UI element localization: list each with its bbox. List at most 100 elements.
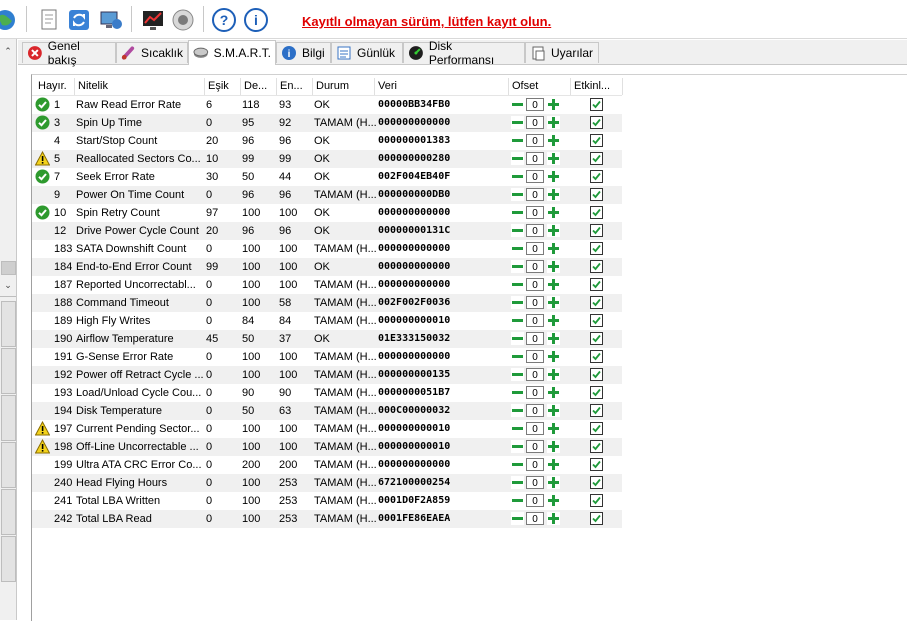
panel-button[interactable] <box>1 348 16 394</box>
decrease-offset-button[interactable] <box>511 458 524 471</box>
tab-alerts[interactable]: Uyarılar <box>525 42 599 63</box>
enabled-checkbox[interactable] <box>590 206 603 219</box>
offset-value[interactable]: 0 <box>526 476 544 489</box>
increase-offset-button[interactable] <box>547 278 560 291</box>
enabled-checkbox[interactable] <box>590 98 603 111</box>
enabled-checkbox[interactable] <box>590 116 603 129</box>
decrease-offset-button[interactable] <box>511 116 524 129</box>
increase-offset-button[interactable] <box>547 134 560 147</box>
offset-value[interactable]: 0 <box>526 386 544 399</box>
chart-monitor-icon[interactable] <box>140 7 166 33</box>
tab-info[interactable]: i Bilgi <box>276 42 331 63</box>
enabled-checkbox[interactable] <box>590 332 603 345</box>
decrease-offset-button[interactable] <box>511 224 524 237</box>
tab-disk-performance[interactable]: Disk Performansı <box>403 39 525 67</box>
panel-button[interactable] <box>1 489 16 535</box>
offset-value[interactable]: 0 <box>526 278 544 291</box>
tab-smart[interactable]: S.M.A.R.T. <box>188 40 276 65</box>
increase-offset-button[interactable] <box>547 314 560 327</box>
enabled-checkbox[interactable] <box>590 188 603 201</box>
enabled-checkbox[interactable] <box>590 386 603 399</box>
offset-value[interactable]: 0 <box>526 260 544 273</box>
tab-overview[interactable]: Genel bakış <box>22 39 116 67</box>
offset-value[interactable]: 0 <box>526 134 544 147</box>
table-row[interactable]: 12 Drive Power Cycle Count 20 96 96 OK 0000000… <box>32 222 622 240</box>
offset-value[interactable]: 0 <box>526 332 544 345</box>
tab-log[interactable]: Günlük <box>331 42 403 63</box>
offset-value[interactable]: 0 <box>526 170 544 183</box>
offset-value[interactable]: 0 <box>526 206 544 219</box>
offset-value[interactable]: 0 <box>526 458 544 471</box>
enabled-checkbox[interactable] <box>590 152 603 165</box>
enabled-checkbox[interactable] <box>590 422 603 435</box>
table-row[interactable]: 3 Spin Up Time 0 95 92 TAMAM (H... 00000000000… <box>32 114 622 132</box>
decrease-offset-button[interactable] <box>511 368 524 381</box>
offset-value[interactable]: 0 <box>526 98 544 111</box>
column-header-status[interactable]: Durum <box>313 78 375 95</box>
increase-offset-button[interactable] <box>547 476 560 489</box>
decrease-offset-button[interactable] <box>511 242 524 255</box>
enabled-checkbox[interactable] <box>590 260 603 273</box>
decrease-offset-button[interactable] <box>511 98 524 111</box>
decrease-offset-button[interactable] <box>511 278 524 291</box>
column-header-threshold[interactable]: Eşik <box>205 78 241 95</box>
increase-offset-button[interactable] <box>547 170 560 183</box>
column-header-worst[interactable]: En... <box>277 78 313 95</box>
table-row[interactable]: 188 Command Timeout 0 100 58 TAMAM (H... 002F0… <box>32 294 622 312</box>
increase-offset-button[interactable] <box>547 332 560 345</box>
enabled-checkbox[interactable] <box>590 368 603 381</box>
tab-temperature[interactable]: Sıcaklık <box>116 42 188 63</box>
column-header-enabled[interactable]: Etkinl... <box>571 78 623 95</box>
offset-value[interactable]: 0 <box>526 116 544 129</box>
panel-button[interactable] <box>1 301 16 347</box>
increase-offset-button[interactable] <box>547 260 560 273</box>
increase-offset-button[interactable] <box>547 242 560 255</box>
increase-offset-button[interactable] <box>547 404 560 417</box>
table-row[interactable]: 5 Reallocated Sectors Co... 10 99 99 OK 000000… <box>32 150 622 168</box>
enabled-checkbox[interactable] <box>590 494 603 507</box>
decrease-offset-button[interactable] <box>511 260 524 273</box>
refresh-icon[interactable] <box>66 7 92 33</box>
table-row[interactable]: 241 Total LBA Written 0 100 253 TAMAM (H... 00… <box>32 492 622 510</box>
decrease-offset-button[interactable] <box>511 314 524 327</box>
offset-value[interactable]: 0 <box>526 440 544 453</box>
offset-value[interactable]: 0 <box>526 296 544 309</box>
table-row[interactable]: 193 Load/Unload Cycle Cou... 0 90 90 TAMAM (H… <box>32 384 622 402</box>
enabled-checkbox[interactable] <box>590 134 603 147</box>
decrease-offset-button[interactable] <box>511 476 524 489</box>
table-row[interactable]: 1 Raw Read Error Rate 6 118 93 OK 00000BB34FB0… <box>32 96 622 114</box>
table-row[interactable]: 10 Spin Retry Count 97 100 100 OK 000000000000… <box>32 204 622 222</box>
table-row[interactable]: 194 Disk Temperature 0 50 63 TAMAM (H... 000C0… <box>32 402 622 420</box>
increase-offset-button[interactable] <box>547 458 560 471</box>
increase-offset-button[interactable] <box>547 116 560 129</box>
table-row[interactable]: 240 Head Flying Hours 0 100 253 TAMAM (H... 67… <box>32 474 622 492</box>
chevron-down-icon[interactable]: ⌄ <box>2 279 14 291</box>
increase-offset-button[interactable] <box>547 296 560 309</box>
decrease-offset-button[interactable] <box>511 134 524 147</box>
increase-offset-button[interactable] <box>547 224 560 237</box>
table-row[interactable]: 198 Off-Line Uncorrectable ... 0 100 100 TAMA… <box>32 438 622 456</box>
about-icon[interactable]: i <box>243 7 269 33</box>
column-header-value[interactable]: De... <box>241 78 277 95</box>
offset-value[interactable]: 0 <box>526 368 544 381</box>
column-header-attribute[interactable]: Nitelik <box>75 78 205 95</box>
offset-value[interactable]: 0 <box>526 188 544 201</box>
offset-value[interactable]: 0 <box>526 152 544 165</box>
decrease-offset-button[interactable] <box>511 494 524 507</box>
table-row[interactable]: 187 Reported Uncorrectabl... 0 100 100 TAMAM … <box>32 276 622 294</box>
table-row[interactable]: 242 Total LBA Read 0 100 253 TAMAM (H... 0001F… <box>32 510 622 528</box>
table-row[interactable]: 190 Airflow Temperature 45 50 37 OK 01E3331500… <box>32 330 622 348</box>
table-row[interactable]: 7 Seek Error Rate 30 50 44 OK 002F004EB40F 0 <box>32 168 622 186</box>
table-row[interactable]: 9 Power On Time Count 0 96 96 TAMAM (H... 0000… <box>32 186 622 204</box>
speaker-icon[interactable] <box>170 7 196 33</box>
offset-value[interactable]: 0 <box>526 224 544 237</box>
table-row[interactable]: 4 Start/Stop Count 20 96 96 OK 000000001383 0 <box>32 132 622 150</box>
decrease-offset-button[interactable] <box>511 422 524 435</box>
scrollbar-thumb[interactable] <box>1 261 16 275</box>
increase-offset-button[interactable] <box>547 512 560 525</box>
enabled-checkbox[interactable] <box>590 512 603 525</box>
increase-offset-button[interactable] <box>547 350 560 363</box>
enabled-checkbox[interactable] <box>590 296 603 309</box>
panel-button[interactable] <box>1 536 16 582</box>
chevron-up-icon[interactable]: ⌃ <box>2 45 14 57</box>
